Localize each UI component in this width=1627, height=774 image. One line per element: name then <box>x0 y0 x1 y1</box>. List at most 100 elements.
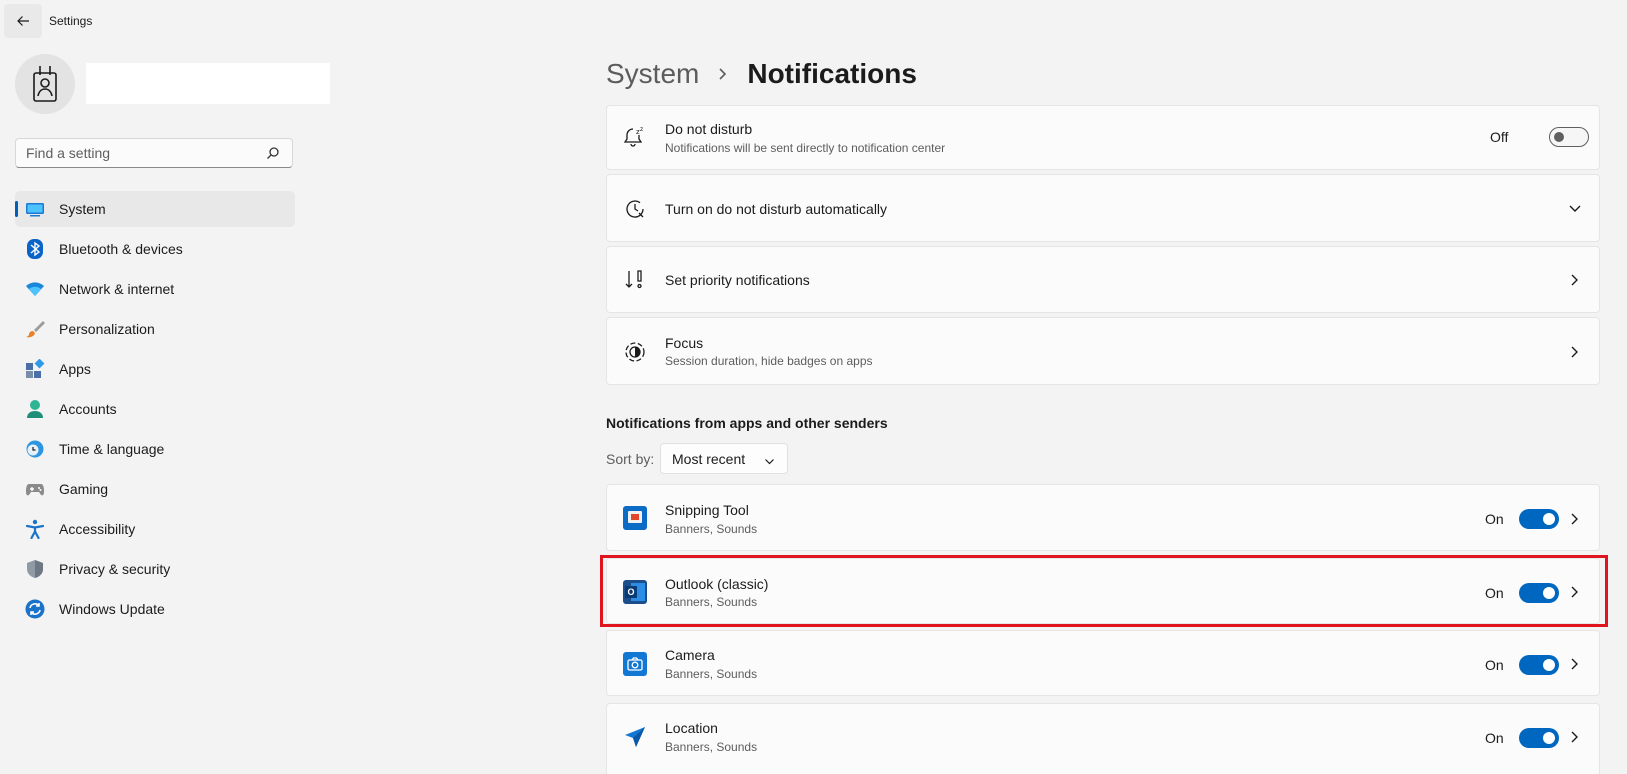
sidebar-item-apps[interactable]: Apps <box>15 351 295 387</box>
sidebar-item-privacy[interactable]: Privacy & security <box>15 551 295 587</box>
breadcrumb-chevron-icon <box>717 67 729 81</box>
app-row-outlook[interactable]: O Outlook (classic) Banners, Sounds On <box>606 558 1600 624</box>
sidebar-item-label: Windows Update <box>59 601 165 617</box>
sidebar-item-gaming[interactable]: Gaming <box>15 471 295 507</box>
shield-icon <box>25 559 45 579</box>
badge-person-icon <box>33 66 57 102</box>
sidebar-item-personalization[interactable]: Personalization <box>15 311 295 347</box>
gamepad-icon <box>25 479 45 499</box>
chevron-right-icon[interactable] <box>1567 584 1583 600</box>
outlook-icon: O <box>623 580 647 604</box>
sidebar-item-label: Privacy & security <box>59 561 171 577</box>
app-detail: Banners, Sounds <box>665 595 758 609</box>
window-title: Settings <box>49 14 93 28</box>
app-name: Location <box>665 720 718 736</box>
sidebar-item-label: Accessibility <box>59 521 136 537</box>
search-icon[interactable] <box>266 146 280 160</box>
sidebar-item-network[interactable]: Network & internet <box>15 271 295 307</box>
sidebar-item-label: Time & language <box>59 441 165 457</box>
sidebar-nav: System Bluetooth & devices Network & int… <box>15 191 295 631</box>
bluetooth-icon <box>25 239 45 259</box>
priority-icon <box>623 268 647 292</box>
dnd-title: Do not disturb <box>665 121 753 137</box>
back-arrow-icon <box>17 16 29 26</box>
chevron-right-icon[interactable] <box>1567 729 1583 745</box>
sort-value: Most recent <box>672 451 746 467</box>
user-name-area <box>86 63 330 104</box>
svg-text:z: z <box>640 126 643 133</box>
sidebar-item-accessibility[interactable]: Accessibility <box>15 511 295 547</box>
update-icon <box>25 599 45 619</box>
sidebar-item-system[interactable]: System <box>15 191 295 227</box>
dnd-auto-card[interactable]: Turn on do not disturb automatically <box>606 174 1600 242</box>
page-title: Notifications <box>747 58 917 89</box>
app-state-label: On <box>1485 511 1504 527</box>
focus-card[interactable]: Focus Session duration, hide badges on a… <box>606 317 1600 385</box>
system-icon <box>25 199 45 219</box>
app-detail: Banners, Sounds <box>665 522 758 536</box>
chevron-right-icon[interactable] <box>1567 344 1583 360</box>
back-button[interactable] <box>4 4 42 38</box>
dnd-subtitle: Notifications will be sent directly to n… <box>665 141 946 155</box>
app-detail: Banners, Sounds <box>665 740 758 754</box>
dnd-state-label: Off <box>1490 129 1509 145</box>
toggle-knob <box>1543 732 1555 744</box>
sidebar-item-label: Network & internet <box>59 281 175 297</box>
chevron-right-icon[interactable] <box>1567 656 1583 672</box>
app-name: Outlook (classic) <box>665 576 769 592</box>
search-box[interactable] <box>15 138 293 168</box>
sidebar-item-time-language[interactable]: Time & language <box>15 431 295 467</box>
app-state-label: On <box>1485 730 1504 746</box>
priority-title: Set priority notifications <box>665 272 810 288</box>
toggle-knob <box>1543 513 1555 525</box>
clock-icon <box>623 197 647 221</box>
dnd-toggle[interactable] <box>1549 127 1589 147</box>
chevron-down-icon <box>764 453 775 471</box>
dnd-auto-title: Turn on do not disturb automatically <box>665 201 888 217</box>
app-name: Snipping Tool <box>665 502 749 518</box>
accessibility-icon <box>25 519 45 539</box>
app-row-location[interactable]: Location Banners, Sounds On <box>606 703 1600 774</box>
search-input[interactable] <box>26 144 256 162</box>
app-toggle[interactable] <box>1519 509 1559 529</box>
breadcrumb-parent[interactable]: System <box>606 58 699 90</box>
app-row-snipping-tool[interactable]: Snipping Tool Banners, Sounds On <box>606 484 1600 551</box>
toggle-knob <box>1543 587 1555 599</box>
sidebar-item-label: Apps <box>59 361 91 377</box>
app-state-label: On <box>1485 585 1504 601</box>
app-row-camera[interactable]: Camera Banners, Sounds On <box>606 630 1600 696</box>
chevron-right-icon[interactable] <box>1567 511 1583 527</box>
bell-sleep-icon: zz <box>623 125 647 149</box>
focus-subtitle: Session duration, hide badges on apps <box>665 354 873 368</box>
sidebar-item-label: Accounts <box>59 401 117 417</box>
title-bar: Settings <box>0 0 1627 40</box>
breadcrumb: System Notifications <box>606 54 917 94</box>
dnd-card: zz Do not disturb Notifications will be … <box>606 105 1600 170</box>
app-name: Camera <box>665 647 715 663</box>
sidebar-item-label: Personalization <box>59 321 155 337</box>
time-language-icon <box>25 439 45 459</box>
sidebar-item-windows-update[interactable]: Windows Update <box>15 591 295 627</box>
wifi-icon <box>25 279 45 299</box>
priority-card[interactable]: Set priority notifications <box>606 246 1600 313</box>
toggle-knob <box>1554 132 1564 142</box>
sidebar-item-label: System <box>59 201 106 217</box>
sort-label: Sort by: <box>606 451 655 467</box>
location-icon <box>623 725 647 749</box>
chevron-right-icon[interactable] <box>1567 272 1583 288</box>
camera-icon <box>623 652 647 676</box>
app-detail: Banners, Sounds <box>665 667 758 681</box>
sidebar-item-label: Bluetooth & devices <box>59 241 183 257</box>
snipping-tool-icon <box>623 506 647 530</box>
chevron-down-icon[interactable] <box>1567 201 1583 217</box>
sort-dropdown[interactable]: Most recent <box>660 443 788 474</box>
focus-title: Focus <box>665 335 704 351</box>
sidebar-item-accounts[interactable]: Accounts <box>15 391 295 427</box>
sidebar-item-label: Gaming <box>59 481 109 497</box>
app-toggle[interactable] <box>1519 728 1559 748</box>
sidebar-item-bluetooth[interactable]: Bluetooth & devices <box>15 231 295 267</box>
app-toggle[interactable] <box>1519 655 1559 675</box>
apps-section-title: Notifications from apps and other sender… <box>606 415 888 431</box>
app-toggle[interactable] <box>1519 583 1559 603</box>
avatar[interactable] <box>15 54 75 114</box>
